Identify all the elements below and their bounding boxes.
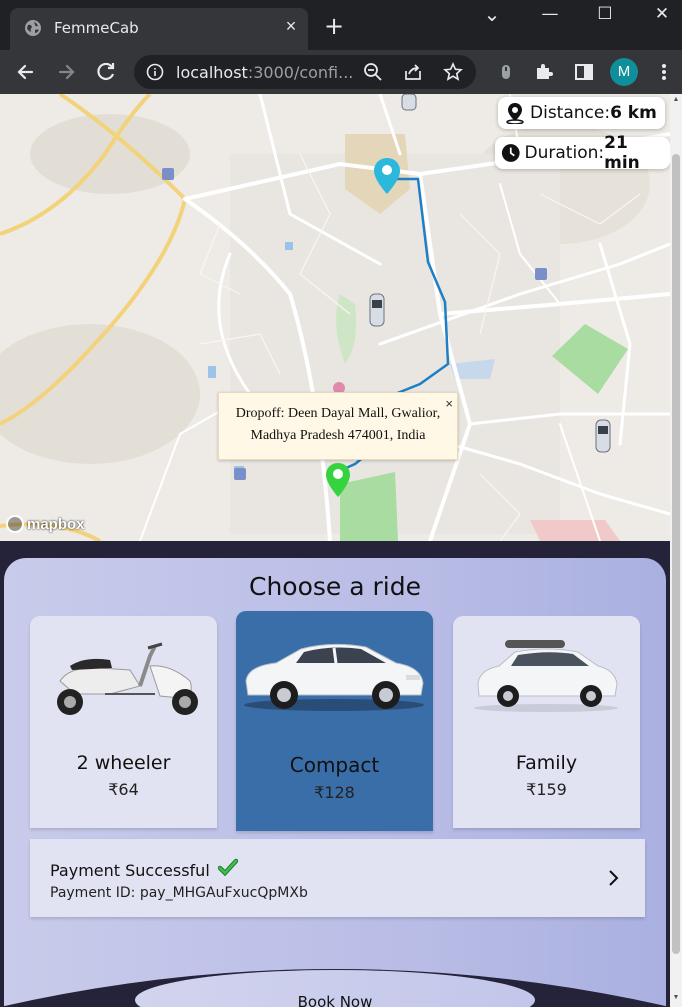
globe-icon [25,20,41,36]
distance-chip: Distance: 6 km [498,97,665,129]
browser-tabstrip: FemmeCab × + ⌄ — ☐ ✕ [0,0,682,50]
close-window-icon[interactable]: ✕ [642,4,682,24]
distance-value: 6 km [610,103,657,123]
extension-mouse-icon[interactable] [492,58,520,86]
car-marker [595,419,611,453]
zoom-icon[interactable] [362,61,384,83]
car-marker [401,94,417,111]
star-icon[interactable] [442,61,464,83]
clock-icon [501,144,520,162]
duration-label: Duration: [524,143,605,163]
url-text[interactable]: localhost:3000/confi... [176,63,353,82]
duration-value: 21 min [604,133,640,173]
location-pin-icon [506,103,524,124]
ride-price: ₹64 [108,780,139,799]
ride-option-compact[interactable]: Compact ₹128 [236,611,433,831]
forward-arrow-icon[interactable] [52,58,80,86]
close-tab-icon[interactable]: × [280,16,302,37]
mapbox-icon [6,515,24,533]
ride-price: ₹159 [526,780,567,799]
back-arrow-icon[interactable] [12,58,40,86]
browser-toolbar: localhost:3000/confi... M [0,50,682,94]
route-map[interactable]: Distance: 6 km Duration: 21 min × Dropoff:… [0,94,670,541]
payment-title: Payment Successful [50,861,210,880]
extension-puzzle-icon[interactable] [530,58,558,86]
minimize-icon[interactable]: — [530,4,570,24]
payment-id: Payment ID: pay_MHGAuFxucQpMXb [50,885,308,901]
address-bar[interactable]: localhost:3000/confi... [134,55,476,89]
duration-chip: Duration: 21 min [495,133,670,173]
ride-name: Compact [289,753,380,777]
page-viewport: Distance: 6 km Duration: 21 min × Dropoff:… [0,94,682,1007]
scooter-image [57,642,198,715]
popup-line-2: Madhya Pradesh 474001, India [250,428,426,443]
distance-label: Distance: [530,103,611,123]
url-path: :3000/confi... [247,63,354,82]
mapbox-logo[interactable]: mapbox [6,514,85,534]
tab-search-chevron-icon[interactable]: ⌄ [472,2,512,26]
payment-status[interactable]: Payment Successful Payment ID: pay_MHGAu… [30,839,645,917]
ride-option-2-wheeler[interactable]: 2 wheeler ₹64 [30,616,217,828]
profile-avatar[interactable]: M [610,58,638,86]
ride-price: ₹128 [314,783,355,802]
pickup-pin-icon[interactable] [372,157,402,195]
new-tab-icon[interactable]: + [324,12,344,40]
tab-title: FemmeCab [54,19,139,37]
dropoff-pin-icon[interactable] [324,462,352,498]
chevron-right-icon[interactable] [606,869,620,887]
suv-image [474,640,618,712]
ride-option-family[interactable]: Family ₹159 [453,616,640,828]
menu-dots-icon[interactable] [650,58,678,86]
mapbox-text: mapbox [27,515,85,533]
browser-tab[interactable]: FemmeCab × [10,8,308,50]
ride-name: Family [515,752,578,774]
car-marker [369,293,385,327]
page-scrollbar[interactable]: ▲ ▼ [670,94,682,1007]
sedan-image [244,643,424,711]
dropoff-popup: × Dropoff: Deen Dayal Mall, Gwalior, Mad… [218,392,458,460]
info-icon[interactable] [146,63,164,81]
scroll-up-icon[interactable]: ▲ [672,96,680,104]
scroll-thumb[interactable] [672,154,680,954]
popup-close-icon[interactable]: × [445,393,453,415]
check-icon [218,858,238,877]
share-icon[interactable] [402,61,424,83]
popup-line-1: Dropoff: Deen Dayal Mall, Gwalior, [235,406,441,421]
ride-name: 2 wheeler [76,752,171,774]
maximize-icon[interactable]: ☐ [585,4,625,24]
reload-icon[interactable] [92,58,120,86]
sidepanel-icon[interactable] [570,58,598,86]
scroll-down-icon[interactable]: ▼ [672,994,680,1002]
panel-title: Choose a ride [249,572,421,601]
url-host: localhost [176,63,248,82]
